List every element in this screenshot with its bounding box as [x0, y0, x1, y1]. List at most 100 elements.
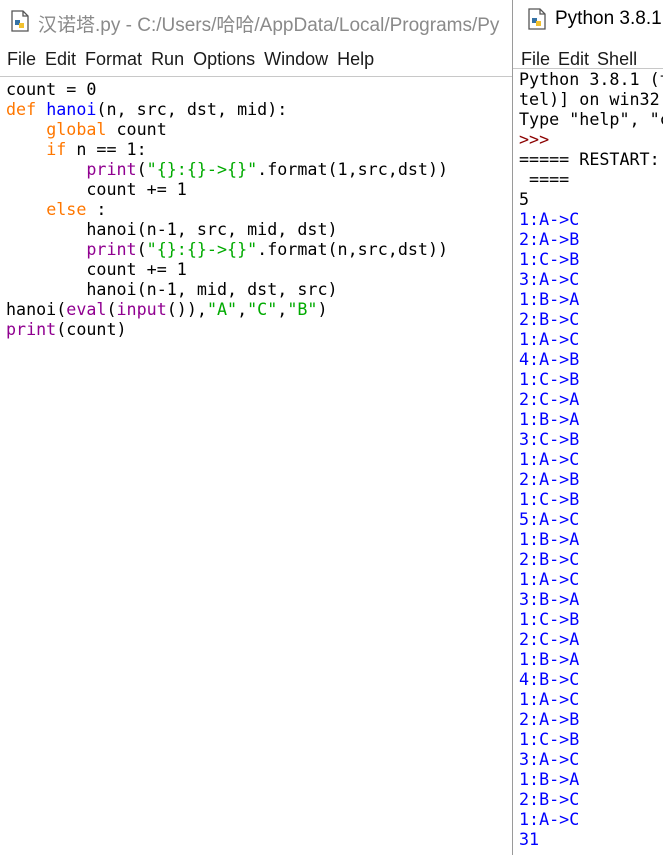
code-token: else	[46, 199, 87, 219]
code-token: print	[86, 239, 137, 259]
shell-output-line: 1:B->A	[519, 409, 580, 429]
shell-output-line: 5:A->C	[519, 509, 580, 529]
shell-output-area[interactable]: Python 3.8.1 (t tel)] on win32 Type "help"…	[513, 68, 663, 855]
shell-banner-line: Python 3.8.1 (t	[519, 69, 663, 89]
shell-output-line: 3:B->A	[519, 589, 580, 609]
shell-banner-line: Type "help", "c	[519, 109, 663, 129]
code-token: hanoi	[46, 99, 97, 119]
code-token: .format(1,src,dst))	[257, 159, 449, 179]
code-token: count += 1	[6, 259, 187, 279]
shell-input-value: 5	[519, 189, 530, 209]
code-editor-area[interactable]: count = 0 def hanoi(n, src, dst, mid): gl…	[0, 76, 512, 855]
menu-item-file[interactable]: File	[7, 42, 36, 76]
editor-title: 汉诺塔.py - C:/Users/哈哈/AppData/Local/Progr…	[38, 15, 500, 36]
shell-title-bar[interactable]: Python 3.8.1	[513, 0, 663, 42]
code-line: count += 1	[6, 259, 512, 279]
shell-output-line: 2:A->B	[519, 469, 580, 489]
code-line: print("{}:{}->{}".format(n,src,dst))	[6, 239, 512, 259]
shell-output-line: 1:A->C	[519, 449, 580, 469]
menu-item-help[interactable]: Help	[337, 42, 374, 76]
shell-output-line: 1:B->A	[519, 529, 580, 549]
code-token: "{}:{}->{}"	[146, 159, 258, 179]
code-line: count = 0	[6, 79, 512, 99]
code-token: count += 1	[6, 179, 187, 199]
shell-output-line: 1:A->C	[519, 209, 580, 229]
shell-window: Python 3.8.1 File Edit Shell Python 3.8.1 …	[512, 0, 663, 855]
shell-output-line: 1:C->B	[519, 729, 580, 749]
code-token: print	[86, 159, 137, 179]
shell-output-line: 1:A->C	[519, 569, 580, 589]
shell-restart-line: ===== RESTART:	[519, 149, 660, 169]
shell-output-line: 2:A->B	[519, 229, 580, 249]
menu-item-window[interactable]: Window	[264, 42, 328, 76]
shell-restart-line: ====	[519, 169, 570, 189]
code-line: hanoi(n-1, src, mid, dst)	[6, 219, 512, 239]
menu-item-run[interactable]: Run	[151, 42, 184, 76]
code-token: def	[6, 99, 47, 119]
code-token: n == 1:	[66, 139, 147, 159]
code-token: "A"	[206, 299, 238, 319]
code-token: "{}:{}->{}"	[146, 239, 258, 259]
code-token: "B"	[287, 299, 318, 319]
code-line: count += 1	[6, 179, 512, 199]
code-token: (n, src, dst, mid):	[96, 99, 288, 119]
shell-output-line: 2:C->A	[519, 389, 580, 409]
shell-result: 31	[519, 829, 540, 849]
code-token: if	[46, 139, 67, 159]
shell-output-line: 1:A->C	[519, 689, 580, 709]
shell-output-line: 1:A->C	[519, 809, 580, 829]
code-line: hanoi(n-1, mid, dst, src)	[6, 279, 512, 299]
shell-output-line: 2:A->B	[519, 709, 580, 729]
shell-prompt: >>>	[519, 129, 550, 149]
code-token: (	[136, 159, 147, 179]
code-token: count = 0	[6, 79, 97, 99]
code-line: print("{}:{}->{}".format(1,src,dst))	[6, 159, 512, 179]
code-line: hanoi(eval(input()),"A","C","B")	[6, 299, 512, 319]
shell-output-line: 1:B->A	[519, 649, 580, 669]
code-line: else :	[6, 199, 512, 219]
shell-menu-bar: File Edit Shell	[513, 42, 663, 69]
code-token: .format(n,src,dst))	[257, 239, 449, 259]
code-token: )	[317, 299, 328, 319]
code-token: hanoi(	[6, 299, 67, 319]
code-token: input	[116, 299, 167, 319]
menu-item-edit[interactable]: Edit	[45, 42, 76, 76]
code-token: global	[46, 119, 107, 139]
editor-menu-bar: File Edit Format Run Options Window Help	[0, 42, 512, 76]
python-shell-icon	[527, 8, 547, 30]
code-token: hanoi(n-1, mid, dst, src)	[6, 279, 338, 299]
menu-item-format[interactable]: Format	[85, 42, 142, 76]
code-token: print	[6, 319, 57, 339]
editor-window: 汉诺塔.py - C:/Users/哈哈/AppData/Local/Progr…	[0, 0, 512, 855]
shell-output-line: 1:C->B	[519, 249, 580, 269]
code-token: count	[106, 119, 167, 139]
shell-output-line: 3:A->C	[519, 749, 580, 769]
code-token: (	[136, 239, 147, 259]
shell-output-line: 1:B->A	[519, 769, 580, 789]
code-token: ,	[277, 299, 288, 319]
code-token: eval	[66, 299, 107, 319]
shell-output-line: 1:C->B	[519, 369, 580, 389]
code-token: "C"	[247, 299, 278, 319]
shell-title: Python 3.8.1	[555, 8, 662, 29]
menu-item-options[interactable]: Options	[193, 42, 255, 76]
shell-output-line: 1:C->B	[519, 609, 580, 629]
editor-title-bar[interactable]: 汉诺塔.py - C:/Users/哈哈/AppData/Local/Progr…	[0, 0, 512, 42]
shell-output-line: 3:A->C	[519, 269, 580, 289]
code-token: (count)	[56, 319, 127, 339]
shell-output-line: 4:A->B	[519, 349, 580, 369]
python-file-icon	[10, 10, 30, 32]
code-line: global count	[6, 119, 512, 139]
shell-output-line: 1:B->A	[519, 289, 580, 309]
shell-output-line: 2:B->C	[519, 789, 580, 809]
code-token: :	[86, 199, 107, 219]
code-line: def hanoi(n, src, dst, mid):	[6, 99, 512, 119]
shell-output-line: 4:B->C	[519, 669, 580, 689]
shell-output-line: 3:C->B	[519, 429, 580, 449]
shell-output-line: 2:B->C	[519, 309, 580, 329]
